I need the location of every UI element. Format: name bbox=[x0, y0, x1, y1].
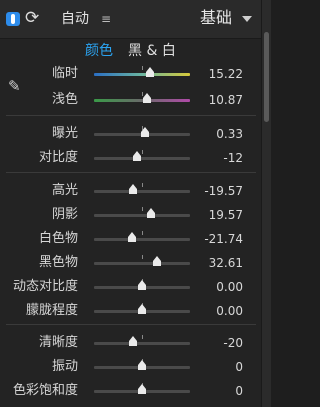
slider-label: 浅色 bbox=[51, 92, 78, 107]
slider-row: 白色物 -21.74 bbox=[0, 228, 262, 250]
slider-value[interactable]: 15.22 bbox=[209, 65, 243, 83]
slider-track[interactable] bbox=[94, 262, 190, 265]
slider-track[interactable] bbox=[94, 238, 190, 241]
slider-label: 色彩饱和度 bbox=[12, 383, 78, 398]
chevron-down-icon[interactable] bbox=[242, 16, 252, 22]
slider-default-tick bbox=[142, 150, 143, 154]
panel-toggle-switch[interactable] bbox=[6, 12, 20, 26]
slider-thumb[interactable] bbox=[138, 304, 146, 314]
slider-value[interactable]: 0.33 bbox=[216, 125, 243, 143]
menu-icon[interactable]: ≡ bbox=[101, 11, 111, 27]
slider-thumb[interactable] bbox=[128, 232, 137, 242]
slider-row: 色彩饱和度 0 bbox=[0, 380, 262, 402]
slider-thumb[interactable] bbox=[153, 256, 162, 266]
slider-value[interactable]: -21.74 bbox=[204, 230, 243, 248]
section-divider bbox=[6, 324, 256, 325]
section-divider bbox=[6, 115, 256, 116]
slider-default-tick bbox=[142, 335, 143, 339]
slider-default-tick bbox=[142, 207, 143, 211]
slider-value[interactable]: 0 bbox=[235, 382, 243, 400]
slider-label: 振动 bbox=[51, 359, 78, 374]
slider-row: 清晰度 -20 bbox=[0, 332, 262, 354]
scrollbar[interactable] bbox=[261, 0, 271, 407]
slider-thumb[interactable] bbox=[138, 360, 146, 370]
slider-track[interactable] bbox=[94, 190, 190, 193]
slider-label: 白色物 bbox=[38, 231, 78, 246]
slider-value[interactable]: 10.87 bbox=[209, 91, 243, 109]
tab-black-white[interactable]: 黑 & 白 bbox=[128, 42, 176, 60]
slider-row: 临时 15.22 bbox=[0, 63, 262, 85]
section-divider bbox=[6, 172, 256, 173]
slider-row: 振动 0 bbox=[0, 356, 262, 378]
slider-value[interactable]: -12 bbox=[223, 149, 243, 167]
tab-color[interactable]: 颜色 bbox=[85, 42, 113, 60]
slider-value[interactable]: -19.57 bbox=[204, 182, 243, 200]
slider-thumb[interactable] bbox=[129, 336, 138, 346]
slider-row: 浅色 10.87 bbox=[0, 89, 262, 111]
slider-label: 朦胧程度 bbox=[25, 303, 78, 318]
slider-value[interactable]: 0 bbox=[235, 358, 243, 376]
slider-thumb[interactable] bbox=[146, 208, 155, 218]
slider-default-tick bbox=[142, 66, 143, 70]
slider-track[interactable] bbox=[94, 342, 190, 345]
slider-default-tick bbox=[142, 231, 143, 235]
adjustment-panel: ⟳ 自动 ≡ 基础 颜色 黑 & 白 ✎ 临时 15.22 浅色 10.87 曝光 0.3… bbox=[0, 0, 262, 407]
slider-value[interactable]: 32.61 bbox=[209, 254, 243, 272]
slider-track[interactable] bbox=[94, 214, 190, 217]
slider-row: 黑色物 32.61 bbox=[0, 252, 262, 274]
slider-default-tick bbox=[142, 255, 143, 259]
slider-value[interactable]: -20 bbox=[223, 334, 243, 352]
slider-track[interactable] bbox=[94, 157, 190, 160]
slider-label: 黑色物 bbox=[38, 255, 78, 270]
slider-thumb[interactable] bbox=[138, 280, 146, 290]
slider-row: 朦胧程度 0.00 bbox=[0, 300, 262, 322]
slider-label: 临时 bbox=[51, 66, 78, 81]
slider-thumb[interactable] bbox=[142, 93, 151, 103]
slider-value[interactable]: 0.00 bbox=[216, 302, 243, 320]
preset-dropdown[interactable]: 基础 bbox=[200, 8, 232, 28]
slider-thumb[interactable] bbox=[140, 127, 149, 137]
slider-label: 清晰度 bbox=[38, 335, 78, 350]
slider-label: 阴影 bbox=[51, 207, 78, 222]
slider-row: 动态对比度 0.00 bbox=[0, 276, 262, 298]
slider-value[interactable]: 19.57 bbox=[209, 206, 243, 224]
auto-button[interactable]: 自动 bbox=[61, 10, 89, 28]
slider-thumb[interactable] bbox=[129, 184, 138, 194]
slider-value[interactable]: 0.00 bbox=[216, 278, 243, 296]
slider-row: 曝光 0.33 bbox=[0, 123, 262, 145]
slider-default-tick bbox=[142, 183, 143, 187]
slider-thumb[interactable] bbox=[133, 151, 142, 161]
slider-label: 对比度 bbox=[38, 150, 78, 165]
scrollbar-thumb[interactable] bbox=[264, 32, 269, 122]
slider-row: 高光 -19.57 bbox=[0, 180, 262, 202]
refresh-icon[interactable]: ⟳ bbox=[25, 8, 39, 28]
slider-label: 曝光 bbox=[51, 126, 78, 141]
slider-track[interactable] bbox=[94, 73, 190, 76]
slider-label: 高光 bbox=[51, 183, 78, 198]
slider-label: 动态对比度 bbox=[12, 279, 78, 294]
slider-row: 阴影 19.57 bbox=[0, 204, 262, 226]
slider-row: 对比度 -12 bbox=[0, 147, 262, 169]
slider-thumb[interactable] bbox=[138, 384, 146, 394]
panel-header: ⟳ 自动 ≡ 基础 bbox=[0, 0, 262, 39]
slider-thumb[interactable] bbox=[145, 67, 154, 77]
